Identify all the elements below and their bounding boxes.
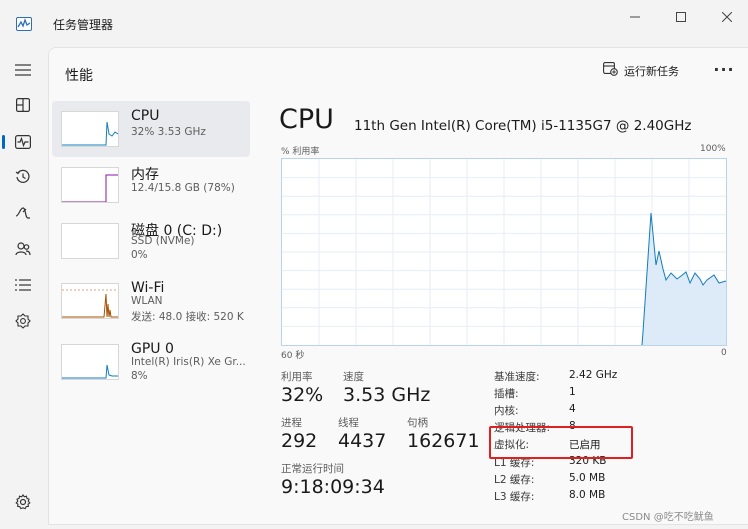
spec-label: 插槽:: [494, 388, 519, 400]
resource-detail: SSD (NVMe): [131, 235, 195, 247]
resource-detail: 32% 3.53 GHz: [131, 126, 206, 138]
details-icon[interactable]: [8, 270, 38, 300]
minimize-button[interactable]: [620, 6, 650, 28]
disk-thumbnail-graph: [61, 223, 119, 259]
resource-usage: 0%: [131, 249, 148, 261]
resource-name: 内存: [131, 167, 159, 183]
hamburger-menu-icon[interactable]: [8, 55, 38, 85]
threads-label: 线程: [338, 417, 359, 429]
processes-icon[interactable]: [8, 90, 38, 120]
resource-throughput: 发送: 48.0 接收: 520 K: [131, 311, 244, 323]
resource-item-gpu[interactable]: GPU 0 Intel(R) Iris(R) Xe Gr... 8%: [52, 334, 250, 390]
resource-detail: WLAN: [131, 295, 163, 307]
spec-label: L2 缓存:: [494, 474, 535, 486]
uptime-value: 9:18:09:34: [281, 476, 385, 498]
maximize-button[interactable]: [666, 6, 696, 28]
run-new-task-label: 运行新任务: [624, 64, 679, 78]
resource-detail: Intel(R) Iris(R) Xe Gr...: [131, 356, 246, 368]
wifi-thumbnail-graph: [61, 283, 119, 319]
utilization-value: 32%: [281, 384, 324, 406]
run-new-task-button[interactable]: 运行新任务: [603, 62, 679, 79]
performance-icon[interactable]: [2, 127, 38, 157]
graph-x-axis-right-label: 0: [721, 348, 727, 358]
main-panel: 性能 运行新任务 ··· CPU 32% 3.53 GHz 内存 12.4/15…: [48, 47, 748, 525]
cpu-thumbnail-graph: [61, 111, 119, 147]
resource-name: CPU: [131, 108, 160, 124]
processes-value: 292: [281, 430, 318, 452]
memory-thumbnail-graph: [61, 167, 119, 203]
startup-apps-icon[interactable]: [8, 198, 38, 228]
spec-value: 2.42 GHz: [569, 369, 618, 381]
resource-item-disk[interactable]: 磁盘 0 (C: D:) SSD (NVMe) 0%: [52, 213, 250, 269]
speed-label: 速度: [343, 371, 364, 383]
resource-name: GPU 0: [131, 341, 174, 357]
speed-value: 3.53 GHz: [343, 384, 431, 406]
handles-label: 句柄: [407, 417, 428, 429]
more-options-button[interactable]: ···: [711, 60, 737, 82]
utilization-label: 利用率: [281, 371, 313, 383]
cpu-utilization-graph: [281, 158, 727, 346]
spec-value: 1: [569, 386, 576, 398]
gpu-thumbnail-graph: [61, 344, 119, 380]
settings-icon[interactable]: [8, 487, 38, 517]
app-history-icon[interactable]: [8, 162, 38, 192]
spec-label: 基准速度:: [494, 371, 540, 383]
graph-y-max-label: 100%: [700, 144, 726, 154]
handles-value: 162671: [407, 430, 480, 452]
threads-value: 4437: [338, 430, 387, 452]
services-icon[interactable]: [8, 306, 38, 336]
run-new-task-icon: [603, 62, 618, 79]
spec-value: 8.0 MB: [569, 489, 606, 501]
users-icon[interactable]: [8, 234, 38, 264]
resource-item-wifi[interactable]: Wi-Fi WLAN 发送: 48.0 接收: 520 K: [52, 273, 250, 329]
watermark: CSDN @吃不吃鱿鱼: [622, 512, 714, 523]
spec-value: 4: [569, 403, 576, 415]
detail-title: CPU: [279, 104, 334, 135]
page-title: 性能: [65, 68, 93, 84]
spec-label: 内核:: [494, 405, 519, 417]
virtualization-highlight-box: [489, 426, 633, 459]
resource-item-memory[interactable]: 内存 12.4/15.8 GB (78%): [52, 157, 250, 213]
resource-name: Wi-Fi: [131, 280, 165, 296]
graph-x-axis-left-label: 60 秒: [281, 351, 305, 361]
task-manager-app-icon: [16, 16, 32, 31]
cpu-model-name: 11th Gen Intel(R) Core(TM) i5-1135G7 @ 2…: [354, 118, 692, 134]
processes-label: 进程: [281, 417, 302, 429]
title-bar[interactable]: 任务管理器: [0, 0, 748, 44]
nav-rail: [0, 50, 46, 529]
resource-usage: 8%: [131, 370, 148, 382]
uptime-label: 正常运行时间: [281, 463, 344, 475]
spec-label: L3 缓存:: [494, 491, 535, 503]
resource-detail: 12.4/15.8 GB (78%): [131, 182, 235, 194]
resource-item-cpu[interactable]: CPU 32% 3.53 GHz: [52, 101, 250, 157]
task-manager-window: 任务管理器 性能 运行新任务 ··· CPU 32% 3.53 GHz 内存 1…: [0, 0, 748, 529]
spec-value: 5.0 MB: [569, 472, 606, 484]
close-button[interactable]: [712, 6, 742, 28]
graph-y-axis-label: % 利用率: [281, 147, 320, 157]
window-title: 任务管理器: [53, 18, 114, 32]
